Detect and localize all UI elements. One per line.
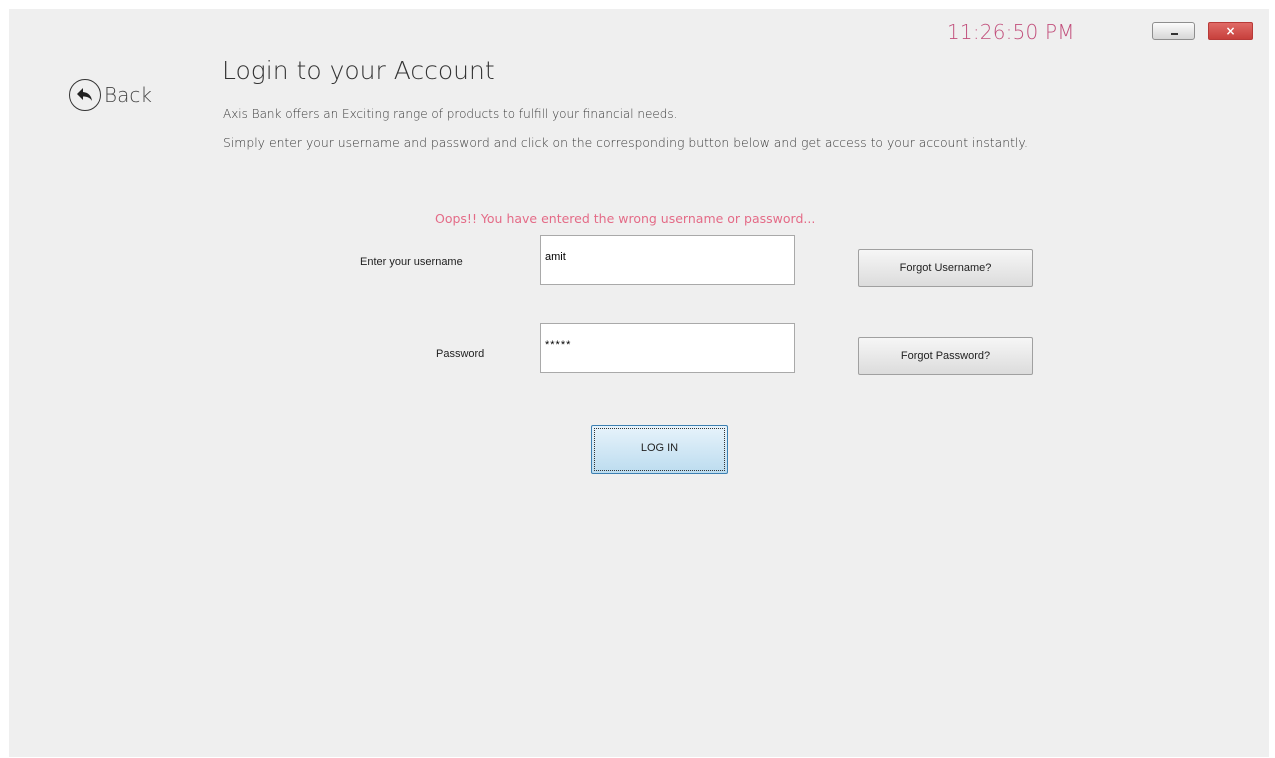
minimize-icon	[1171, 33, 1178, 35]
username-label: Enter your username	[360, 256, 463, 268]
page-title: Login to your Account	[222, 56, 495, 85]
login-button[interactable]: LOG IN	[591, 425, 728, 474]
back-button[interactable]: Back	[69, 79, 152, 111]
app-window: 11:26:50 PM × Back Login to your Account…	[9, 9, 1269, 757]
forgot-password-button[interactable]: Forgot Password?	[858, 337, 1033, 375]
clock: 11:26:50 PM	[947, 20, 1075, 44]
close-button[interactable]: ×	[1208, 22, 1253, 40]
password-label: Password	[436, 348, 485, 360]
error-message: Oops!! You have entered the wrong userna…	[435, 211, 816, 226]
login-button-label: LOG IN	[640, 442, 679, 454]
back-arrow-icon	[69, 79, 101, 111]
minimize-button[interactable]	[1152, 22, 1195, 40]
page-instructions: Simply enter your username and password …	[223, 135, 1028, 150]
forgot-username-button[interactable]: Forgot Username?	[858, 249, 1033, 287]
close-icon: ×	[1225, 24, 1236, 38]
password-input[interactable]	[540, 323, 795, 373]
back-label: Back	[104, 83, 152, 107]
page-description: Axis Bank offers an Exciting range of pr…	[223, 107, 678, 121]
username-input[interactable]	[540, 235, 795, 285]
